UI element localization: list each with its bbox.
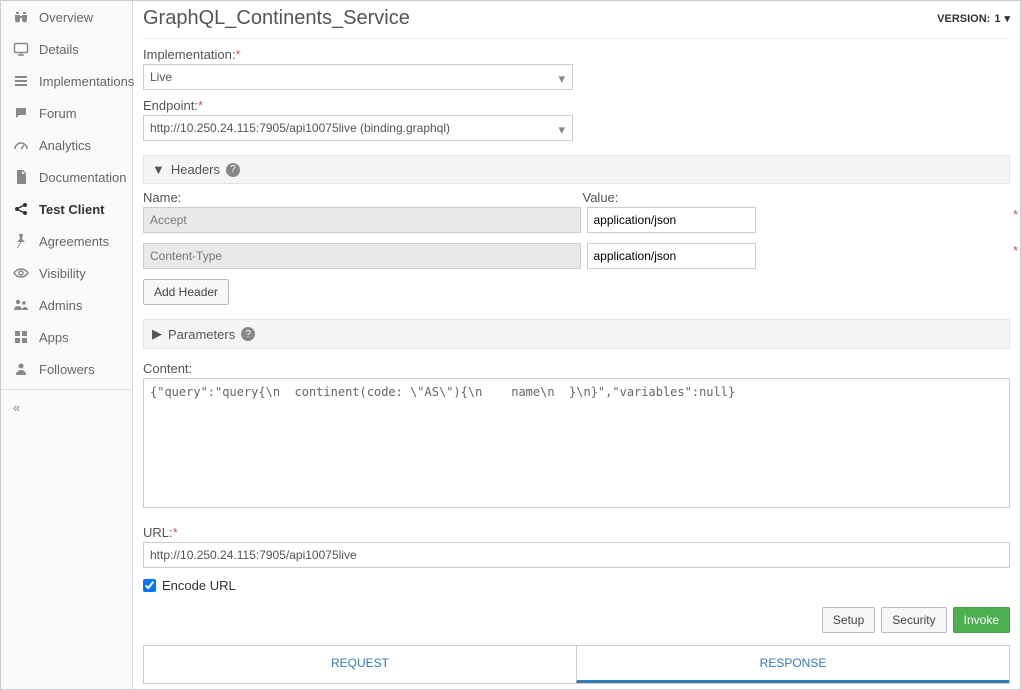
version-value: 1 — [994, 13, 1000, 25]
security-button[interactable]: Security — [881, 607, 946, 633]
header-name-input-0[interactable] — [143, 207, 581, 233]
sidebar-item-overview[interactable]: Overview — [1, 1, 132, 33]
pin-icon — [13, 233, 29, 249]
caret-right-icon: ▶ — [152, 326, 162, 342]
users-icon — [13, 297, 29, 313]
sidebar-item-followers[interactable]: Followers — [1, 353, 132, 385]
caret-down-icon: ▾ — [1004, 12, 1010, 25]
sidebar-item-label: Apps — [39, 330, 69, 345]
sidebar-item-label: Agreements — [39, 234, 109, 249]
version-selector[interactable]: VERSION: 1 ▾ — [937, 12, 1010, 25]
header-name-label: Name: — [143, 190, 181, 205]
sidebar-item-visibility[interactable]: Visibility — [1, 257, 132, 289]
sidebar-item-label: Details — [39, 42, 79, 57]
binoculars-icon — [13, 9, 29, 25]
url-label: URL:* — [143, 525, 1010, 540]
sidebar-item-agreements[interactable]: Agreements — [1, 225, 132, 257]
grid-icon — [13, 329, 29, 345]
caret-down-icon: ▼ — [152, 162, 165, 177]
user-icon — [13, 361, 29, 377]
sidebar-item-documentation[interactable]: Documentation — [1, 161, 132, 193]
header-value-input-0[interactable] — [587, 207, 756, 233]
content-textarea[interactable]: {"query":"query{\n continent(code: \"AS\… — [143, 378, 1010, 508]
invoke-button[interactable]: Invoke — [953, 607, 1010, 633]
help-icon[interactable]: ? — [226, 163, 240, 177]
eye-icon — [13, 265, 29, 281]
implementation-select[interactable]: Live — [143, 64, 573, 90]
sidebar-item-label: Overview — [39, 10, 93, 25]
sidebar-item-label: Analytics — [39, 138, 91, 153]
sidebar-item-label: Documentation — [39, 170, 126, 185]
sidebar: Overview Details Implementations Forum A… — [1, 1, 133, 689]
sidebar-item-label: Test Client — [39, 202, 105, 217]
sidebar-item-label: Forum — [39, 106, 77, 121]
header-value-label: Value: — [583, 190, 619, 205]
sidebar-item-label: Admins — [39, 298, 82, 313]
file-icon — [13, 169, 29, 185]
encode-url-checkbox[interactable] — [143, 579, 156, 592]
sidebar-item-apps[interactable]: Apps — [1, 321, 132, 353]
parameters-section-title: Parameters — [168, 327, 235, 342]
sidebar-item-label: Followers — [39, 362, 95, 377]
headers-section-title: Headers — [171, 162, 220, 177]
add-header-button[interactable]: Add Header — [143, 279, 229, 305]
content-label: Content: — [143, 361, 1010, 376]
endpoint-select[interactable]: http://10.250.24.115:7905/api10075live (… — [143, 115, 573, 141]
encode-url-label: Encode URL — [162, 578, 236, 593]
tab-request[interactable]: REQUEST — [144, 646, 576, 683]
chat-icon — [13, 105, 29, 121]
monitor-icon — [13, 41, 29, 57]
setup-button[interactable]: Setup — [822, 607, 875, 633]
sidebar-item-label: Implementations — [39, 74, 134, 89]
gauge-icon — [13, 137, 29, 153]
sidebar-item-implementations[interactable]: Implementations — [1, 65, 132, 97]
help-icon[interactable]: ? — [241, 327, 255, 341]
share-nodes-icon — [13, 201, 29, 217]
sidebar-item-admins[interactable]: Admins — [1, 289, 132, 321]
chevrons-left-icon: « — [13, 400, 20, 415]
stack-icon — [13, 73, 29, 89]
url-input[interactable] — [143, 542, 1010, 568]
implementation-label: Implementation:* — [143, 47, 1010, 62]
page-title: GraphQL_Continents_Service — [143, 7, 410, 30]
sidebar-collapse-button[interactable]: « — [1, 390, 132, 425]
endpoint-label: Endpoint:* — [143, 98, 1010, 113]
sidebar-item-forum[interactable]: Forum — [1, 97, 132, 129]
version-label: VERSION: — [937, 13, 990, 25]
header-value-input-1[interactable] — [587, 243, 756, 269]
headers-section-toggle[interactable]: ▼ Headers ? — [143, 155, 1010, 184]
parameters-section-toggle[interactable]: ▶ Parameters ? — [143, 319, 1010, 349]
sidebar-item-test-client[interactable]: Test Client — [1, 193, 132, 225]
sidebar-item-label: Visibility — [39, 266, 86, 281]
sidebar-item-analytics[interactable]: Analytics — [1, 129, 132, 161]
tab-response[interactable]: RESPONSE — [576, 646, 1009, 683]
sidebar-item-details[interactable]: Details — [1, 33, 132, 65]
header-name-input-1[interactable] — [143, 243, 581, 269]
